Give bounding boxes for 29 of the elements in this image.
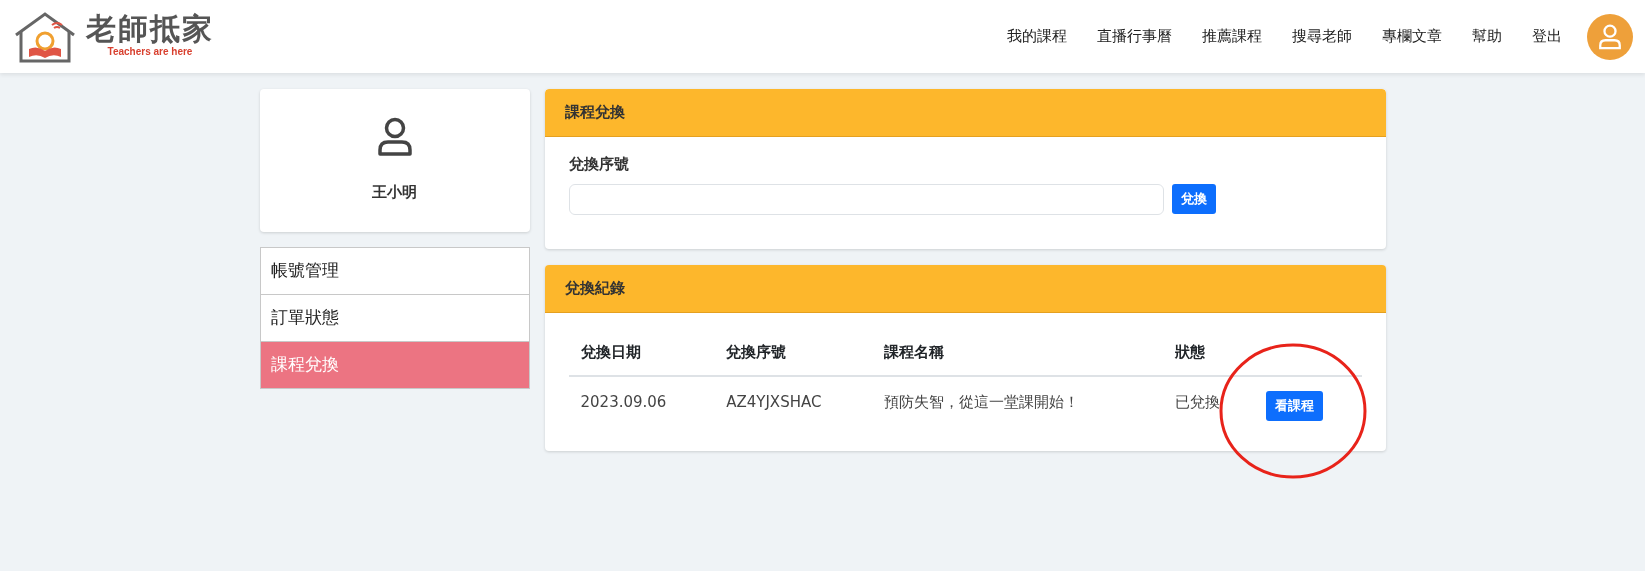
sidebar-item[interactable]: 帳號管理 [259, 247, 530, 295]
column-header: 兌換序號 [714, 328, 873, 376]
column-header: 狀態 [1162, 328, 1255, 376]
logo-tagline: Teachers are here [107, 45, 193, 59]
column-header: 課程名稱 [872, 328, 1163, 376]
redeem-button[interactable]: 兌換 [1171, 184, 1216, 214]
card-title: 兌換紀錄 [544, 264, 1386, 313]
view-course-button[interactable]: 看課程 [1266, 391, 1324, 421]
nav-link[interactable]: 推薦課程 [1187, 25, 1277, 48]
table-cell: 已兌換 [1162, 376, 1255, 435]
nav-link[interactable]: 專欄文章 [1367, 25, 1457, 48]
table-cell: AZ4YJXSHAC [714, 376, 873, 435]
nav-link[interactable]: 幫助 [1457, 25, 1517, 48]
card-title: 課程兌換 [544, 89, 1386, 137]
nav-link[interactable]: 直播行事曆 [1082, 25, 1187, 48]
avatar-button[interactable] [1587, 13, 1633, 60]
nav-link[interactable]: 登出 [1517, 25, 1577, 48]
logo-title: 老師抵家 [86, 14, 214, 44]
table-cell: 2023.09.06 [568, 376, 715, 435]
column-header: 兌換日期 [568, 328, 715, 376]
table-cell: 預防失智，從這一堂課開始！ [872, 376, 1163, 435]
code-input-field[interactable] [568, 183, 1164, 215]
sidebar-item[interactable]: 訂單狀態 [259, 294, 530, 342]
user-icon [1598, 23, 1622, 50]
nav-link[interactable]: 搜尋老師 [1277, 25, 1367, 48]
field-label: 兌換序號 [568, 154, 630, 175]
nav-link[interactable]: 我的課程 [992, 25, 1082, 48]
user-icon [376, 117, 413, 158]
user-name: 王小明 [372, 182, 417, 204]
